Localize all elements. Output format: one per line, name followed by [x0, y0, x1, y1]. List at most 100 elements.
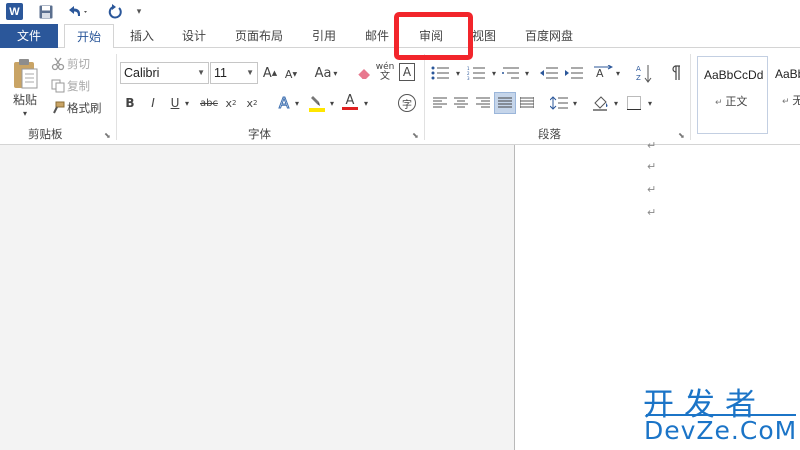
bold-button[interactable]: B	[123, 94, 137, 112]
increase-indent-icon[interactable]	[564, 64, 584, 82]
font-size-value: 11	[214, 66, 227, 80]
distributed-icon[interactable]	[518, 94, 536, 112]
separator	[424, 54, 425, 140]
format-painter-button[interactable]: 格式刷	[67, 100, 107, 116]
line-spacing-icon[interactable]	[548, 94, 570, 112]
font-color-dropdown-icon[interactable]: ▾	[361, 94, 371, 112]
tab-home[interactable]: 开始	[64, 24, 114, 49]
change-case-label: Aa	[314, 65, 332, 81]
paragraph-mark: ↵	[647, 139, 657, 152]
borders-icon[interactable]	[625, 94, 643, 112]
subscript-mark: 2	[232, 99, 237, 107]
sort-icon[interactable]: AZ	[635, 62, 653, 84]
bullets-dropdown-icon[interactable]: ▾	[454, 64, 462, 82]
shrink-font-label: A	[284, 67, 293, 81]
numbering-dropdown-icon[interactable]: ▾	[490, 64, 498, 82]
redo-icon[interactable]	[106, 3, 124, 21]
copy-icon[interactable]	[50, 78, 66, 94]
tab-baidu-netdisk[interactable]: 百度网盘	[516, 24, 582, 48]
font-color-label: A	[345, 93, 355, 108]
watermark-domain: DevZe.CoM	[644, 416, 798, 445]
multilevel-dropdown-icon[interactable]: ▾	[523, 64, 531, 82]
shrink-font-button[interactable]: A ▼	[284, 66, 298, 82]
text-direction-icon[interactable]: A	[592, 63, 614, 83]
undo-icon[interactable]	[66, 3, 90, 21]
paragraph-launcher-icon[interactable]: ⬊	[678, 131, 685, 140]
font-launcher-icon[interactable]: ⬊	[412, 131, 419, 140]
tab-page-layout[interactable]: 页面布局	[226, 24, 292, 48]
style-normal-name-text: 正文	[725, 95, 748, 108]
highlight-dropdown-icon[interactable]: ▾	[327, 94, 337, 112]
cut-button[interactable]: 剪切	[67, 56, 97, 72]
bullets-icon[interactable]	[430, 64, 452, 82]
style-normal[interactable]: AaBbCcDd ↵ 正文	[697, 56, 768, 134]
highlight-color-icon[interactable]	[308, 93, 326, 113]
numbering-icon[interactable]: 123	[466, 64, 488, 82]
show-formatting-marks-icon[interactable]	[667, 64, 683, 82]
style-no-spacing-name-text: 无	[792, 94, 800, 107]
font-color-button[interactable]: A	[342, 92, 358, 112]
separator	[116, 54, 117, 140]
align-center-icon[interactable]	[452, 94, 470, 112]
underline-dropdown-icon[interactable]: ▾	[182, 94, 192, 112]
customize-qat-icon[interactable]: ▾	[134, 3, 144, 21]
align-right-icon[interactable]	[474, 94, 492, 112]
font-name-combo[interactable]: Calibri ▼	[120, 62, 209, 84]
svg-text:A: A	[596, 67, 604, 80]
svg-text:A: A	[636, 65, 641, 73]
align-left-icon[interactable]	[431, 94, 449, 112]
tab-design[interactable]: 设计	[172, 24, 216, 48]
line-spacing-dropdown-icon[interactable]: ▾	[571, 94, 579, 112]
ribbon: 粘贴 ▾ 剪切 复制 格式刷 剪贴板 ⬊ Calibri ▼ 11 ▼ A ▲ A…	[0, 48, 800, 145]
grow-font-button[interactable]: A ▲	[262, 64, 278, 82]
save-icon[interactable]	[38, 3, 54, 21]
word-logo: W	[6, 3, 23, 20]
superscript-button[interactable]: x2	[244, 94, 260, 112]
paste-dropdown-icon[interactable]: ▾	[20, 108, 30, 118]
tab-file[interactable]: 文件	[0, 24, 58, 48]
style-no-spacing[interactable]: AaBb ↵ 无	[770, 56, 800, 134]
subscript-button[interactable]: x2	[223, 94, 239, 112]
enclose-characters-button[interactable]: 字	[398, 94, 416, 112]
chevron-down-icon: ▼	[246, 68, 254, 77]
tab-insert[interactable]: 插入	[120, 24, 164, 48]
document-background	[0, 145, 514, 450]
underline-button[interactable]: U	[168, 94, 182, 112]
text-direction-dropdown-icon[interactable]: ▾	[614, 64, 622, 82]
style-no-spacing-name: ↵ 无	[782, 92, 800, 108]
italic-button[interactable]: I	[146, 94, 160, 112]
change-case-button[interactable]: Aa ▾	[311, 64, 341, 82]
borders-dropdown-icon[interactable]: ▾	[646, 94, 654, 112]
cut-icon[interactable]	[50, 56, 66, 72]
style-normal-name: ↵ 正文	[715, 95, 748, 108]
strikethrough-button[interactable]: abc	[199, 94, 219, 112]
font-size-combo[interactable]: 11 ▼	[210, 62, 258, 84]
text-effects-dropdown-icon[interactable]: ▾	[292, 94, 302, 112]
shading-icon[interactable]	[591, 93, 611, 113]
format-painter-icon[interactable]	[50, 100, 66, 116]
tab-mailings[interactable]: 邮件	[355, 24, 399, 48]
phonetic-guide-button[interactable]: wén 文	[376, 62, 395, 82]
paragraph-group-label: 段落	[538, 127, 561, 141]
justify-icon[interactable]	[494, 92, 516, 114]
copy-button[interactable]: 复制	[67, 78, 97, 94]
paragraph-mark: ↵	[647, 206, 657, 219]
font-name-value: Calibri	[124, 66, 160, 80]
font-group-label: 字体	[248, 127, 271, 141]
style-normal-preview: AaBbCcDd	[704, 68, 764, 82]
decrease-indent-icon[interactable]	[539, 64, 559, 82]
highlight-box	[394, 12, 473, 60]
shading-dropdown-icon[interactable]: ▾	[612, 94, 620, 112]
multilevel-list-icon[interactable]	[500, 64, 522, 82]
tab-references[interactable]: 引用	[302, 24, 346, 48]
paste-icon[interactable]	[8, 56, 42, 92]
paragraph-mark: ↵	[647, 183, 657, 196]
svg-text:Z: Z	[636, 74, 641, 82]
paste-button[interactable]: 粘贴	[8, 90, 42, 108]
text-effects-button[interactable]: A	[276, 93, 292, 113]
character-border-button[interactable]: A	[399, 63, 415, 81]
clipboard-launcher-icon[interactable]: ⬊	[104, 131, 111, 140]
superscript-mark: 2	[253, 99, 258, 107]
style-no-spacing-preview: AaBb	[775, 67, 800, 81]
clear-formatting-icon[interactable]	[355, 64, 373, 82]
